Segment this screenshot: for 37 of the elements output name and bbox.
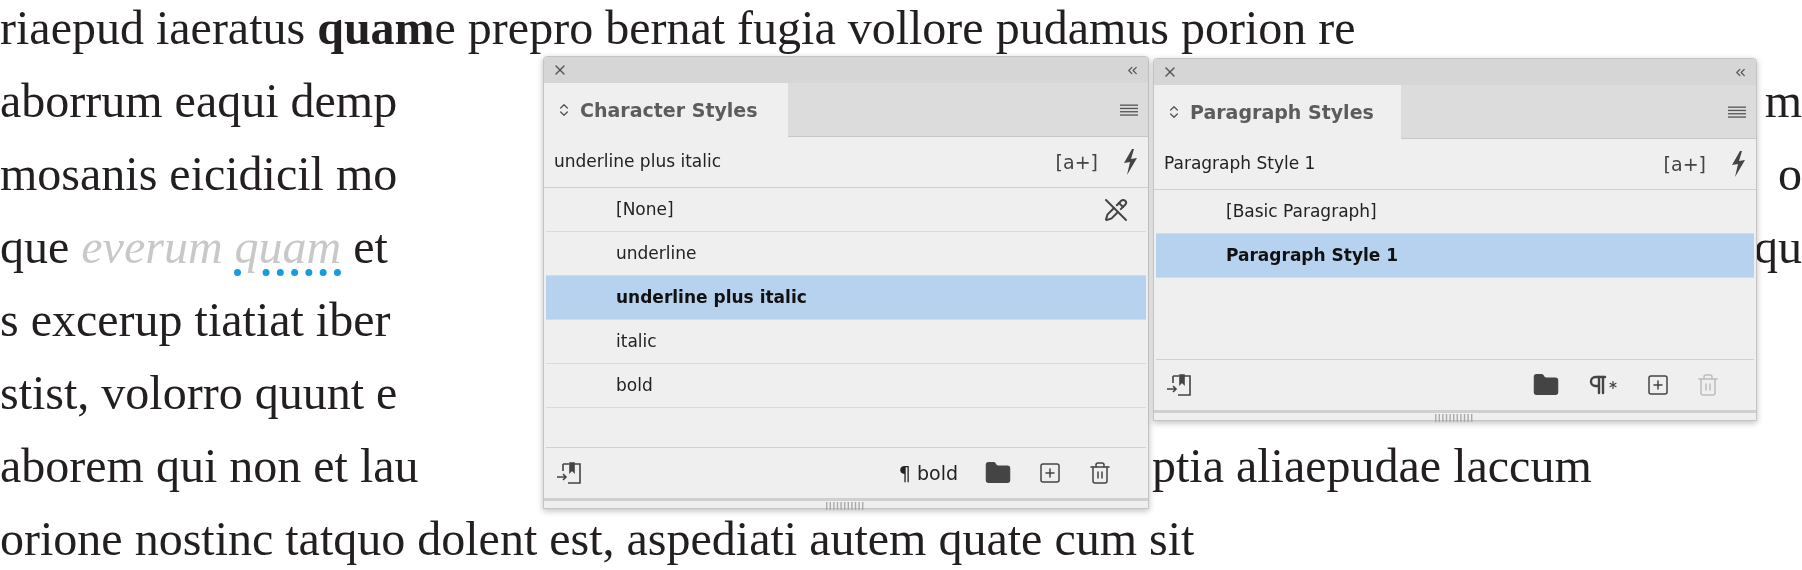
style-list-item[interactable]: underline plus italic	[546, 276, 1146, 320]
resize-grip-icon[interactable]	[826, 502, 866, 510]
lightning-icon[interactable]	[1730, 151, 1746, 177]
menu-icon[interactable]	[1728, 105, 1746, 118]
document-text: orione nostinc tatquo dolent est, aspediati autem quate cum sit	[0, 512, 1195, 565]
document-text: s excerup tiatiat iber	[0, 293, 391, 346]
current-style-name: Paragraph Style 1	[1164, 152, 1317, 176]
document-text: stist, volorro quunt e	[0, 366, 398, 419]
tab-label: Paragraph Styles	[1190, 99, 1374, 125]
document-text: mosanis eicidicil mo	[0, 147, 398, 200]
quick-apply-new-button[interactable]: [a+]	[1055, 147, 1098, 177]
style-list-item[interactable]: [None]	[546, 188, 1146, 232]
document-text: m	[1764, 74, 1802, 127]
new-style-icon[interactable]	[1646, 373, 1670, 397]
document-text: aborrum eaqui demp	[0, 74, 398, 127]
document-text: aborem qui non et lau	[0, 439, 419, 492]
load-styles-icon[interactable]	[556, 461, 582, 485]
not-editable-icon	[1104, 197, 1128, 222]
lightning-icon[interactable]	[1122, 149, 1138, 175]
style-list-item[interactable]: italic	[546, 320, 1146, 364]
resize-grip-icon[interactable]	[1435, 414, 1475, 422]
document-text: qu	[1754, 220, 1802, 273]
load-styles-icon[interactable]	[1166, 373, 1192, 397]
current-style-name: underline plus italic	[554, 150, 723, 174]
style-list-item[interactable]: bold	[546, 364, 1146, 408]
document-text: ptia aliaepudae laccum	[1152, 439, 1592, 492]
style-override-label[interactable]: ¶ bold	[898, 458, 958, 488]
menu-icon[interactable]	[1120, 103, 1138, 116]
trash-icon[interactable]	[1088, 461, 1112, 485]
quick-apply-new-button[interactable]: [a+]	[1663, 149, 1706, 179]
style-list-item[interactable]: Paragraph Style 1	[1156, 234, 1754, 278]
document-text: o	[1778, 147, 1802, 200]
panel-tab[interactable]: Character Styles	[544, 83, 788, 137]
new-style-icon[interactable]	[1038, 461, 1062, 485]
document-text: riaepud iaeratus quame prepro bernat fugia vollore pudamus porion re	[0, 1, 1356, 54]
panel-tab[interactable]: Paragraph Styles	[1154, 85, 1401, 139]
tab-label: Character Styles	[580, 97, 758, 123]
